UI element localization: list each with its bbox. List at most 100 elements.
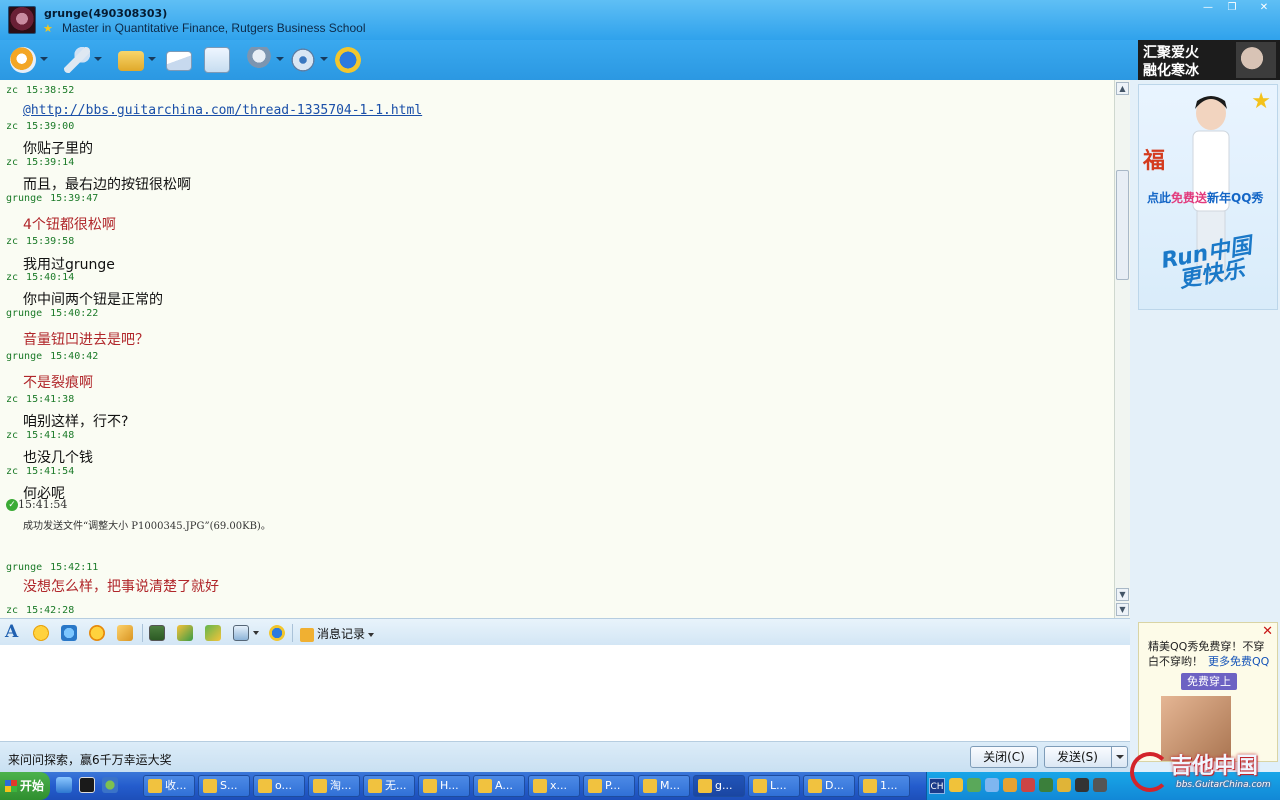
sender-name[interactable]: zc [6, 394, 18, 405]
message-history-button[interactable]: 消息记录 [300, 625, 375, 642]
sender-name[interactable]: grunge [6, 562, 42, 573]
tray-app-icon[interactable] [1057, 778, 1071, 792]
close-window-button[interactable]: ✕ [1255, 1, 1273, 14]
soso-icon[interactable] [269, 625, 285, 641]
send-label: 发送(S) [1057, 750, 1098, 764]
message-header: zc 15:39:14 [6, 157, 74, 168]
tray-app-icon[interactable] [1075, 778, 1089, 792]
message-time: 15:41:48 [26, 430, 75, 441]
language-indicator[interactable]: CH [929, 778, 945, 794]
screenshot-icon[interactable] [149, 625, 165, 641]
chevron-down-icon [368, 632, 375, 637]
sender-name[interactable]: zc [6, 430, 18, 441]
taskbar-task[interactable]: 淘... [308, 775, 360, 797]
chevron-down-icon[interactable] [253, 631, 259, 635]
tray-app-icon[interactable] [1093, 778, 1107, 792]
font-icon[interactable]: A [5, 622, 18, 642]
sender-name[interactable]: grunge [6, 193, 42, 204]
taskbar-task[interactable]: P... [583, 775, 635, 797]
sender-name[interactable]: zc [6, 157, 18, 168]
sender-name[interactable]: zc [6, 466, 18, 477]
voice-chat-button[interactable] [64, 47, 108, 73]
taskbar-task[interactable]: 收... [143, 775, 195, 797]
try-on-free-button[interactable]: 免费穿上 [1181, 673, 1237, 690]
tray-app-icon[interactable] [985, 778, 999, 792]
tray-app-icon[interactable] [1021, 778, 1035, 792]
create-group-button[interactable] [204, 47, 230, 73]
chevron-down-icon[interactable] [148, 57, 156, 61]
taskbar-task[interactable]: D... [803, 775, 855, 797]
taskbar-task[interactable]: 无... [363, 775, 415, 797]
nudge-icon[interactable] [89, 625, 105, 641]
message-history[interactable]: zc 15:38:52 @http://bbs.guitarchina.com/th… [0, 80, 1114, 618]
chevron-down-icon[interactable] [40, 57, 48, 61]
tray-app-icon[interactable] [949, 778, 963, 792]
apps-button[interactable] [246, 47, 290, 73]
chat-scrollbar[interactable]: ▲ ▼ ▼ [1114, 80, 1130, 618]
taskbar-task[interactable]: g... [693, 775, 745, 797]
message-input[interactable] [0, 645, 1130, 741]
chevron-down-icon[interactable] [94, 57, 102, 61]
minimize-button[interactable]: — [1199, 1, 1217, 14]
magic-emoticon-icon[interactable] [61, 625, 77, 641]
send-options-button[interactable] [1111, 747, 1127, 767]
scribble-icon[interactable] [117, 625, 133, 641]
scroll-down-button[interactable]: ▼ [1116, 588, 1129, 601]
qq-show-ad[interactable]: ★ 福 点此免费送新年QQ秀 Run中国 更快乐 [1138, 84, 1278, 310]
ie-icon[interactable] [56, 777, 72, 793]
tray-app-icon[interactable] [1039, 778, 1053, 792]
promo-highlight: 免费送 [1171, 191, 1208, 205]
message-text: 音量钮凹进去是吧？ [23, 332, 149, 348]
contact-avatar[interactable] [8, 6, 36, 34]
quicklaunch-s-icon[interactable] [79, 777, 95, 793]
taskbar-task[interactable]: L... [748, 775, 800, 797]
taskbar-task[interactable]: x... [528, 775, 580, 797]
message-text: 而且，最右边的按钮很松啊 [23, 177, 191, 193]
sender-name[interactable]: zc [6, 605, 18, 616]
send-picture-icon[interactable] [233, 625, 249, 641]
taskbar-task[interactable]: o... [253, 775, 305, 797]
scroll-up-button[interactable]: ▲ [1116, 82, 1129, 95]
sender-name[interactable]: zc [6, 272, 18, 283]
system-message-header: ✓ 15:41:54 [6, 498, 67, 511]
guitarchina-logo-icon [1130, 752, 1170, 792]
qq-show-free-ad[interactable]: ✕ 精美QQ秀免费穿！不穿白不穿哟！ 更多免费QQ 免费穿上 [1138, 622, 1278, 762]
sender-name[interactable]: zc [6, 121, 18, 132]
more-free-qq-link[interactable]: 更多免费QQ [1208, 655, 1269, 668]
soso-button[interactable] [335, 47, 361, 73]
message-link[interactable]: @http://bbs.guitarchina.com/thread-13357… [23, 103, 422, 118]
scroll-bottom-button[interactable]: ▼ [1116, 603, 1129, 616]
close-ad-button[interactable]: ✕ [1262, 624, 1273, 639]
image-icon[interactable] [205, 625, 221, 641]
taskbar-task[interactable]: M... [638, 775, 690, 797]
sender-name[interactable]: zc [6, 236, 18, 247]
taskbar-task[interactable]: H... [418, 775, 470, 797]
scroll-thumb[interactable] [1116, 170, 1129, 280]
sender-name[interactable]: grunge [6, 308, 42, 319]
ad-banner-top[interactable]: 汇聚爱火 融化寒冰 [1138, 40, 1280, 80]
watermark: 吉他中国 bbs.GuitarChina.com [1130, 748, 1280, 800]
contact-name[interactable]: grunge(490308303) [44, 7, 167, 20]
emoticon-icon[interactable] [33, 625, 49, 641]
tray-app-icon[interactable] [967, 778, 981, 792]
send-email-button[interactable] [166, 47, 192, 73]
taskbar-task[interactable]: 1... [858, 775, 910, 797]
video-chat-button[interactable] [10, 47, 54, 73]
send-button[interactable]: 发送(S) [1044, 746, 1128, 768]
chevron-down-icon[interactable] [276, 57, 284, 61]
messenger-icon[interactable] [102, 777, 118, 793]
send-file-button[interactable] [118, 47, 162, 73]
sender-name[interactable]: zc [6, 85, 18, 96]
settings-button[interactable] [290, 47, 334, 73]
maximize-button[interactable]: ❐ [1223, 1, 1241, 14]
ad-promo-text[interactable]: 点此免费送新年QQ秀 [1147, 189, 1263, 206]
music-icon[interactable] [177, 625, 193, 641]
start-button[interactable]: 开始 [0, 772, 50, 800]
close-button[interactable]: 关闭(C) [970, 746, 1038, 768]
taskbar-task[interactable]: A... [473, 775, 525, 797]
chevron-down-icon[interactable] [320, 57, 328, 61]
tray-app-icon[interactable] [1003, 778, 1017, 792]
sender-name[interactable]: grunge [6, 351, 42, 362]
taskbar-task[interactable]: S... [198, 775, 250, 797]
bottom-ad-link[interactable]: 来问问探索，赢6千万幸运大奖 [8, 751, 172, 768]
